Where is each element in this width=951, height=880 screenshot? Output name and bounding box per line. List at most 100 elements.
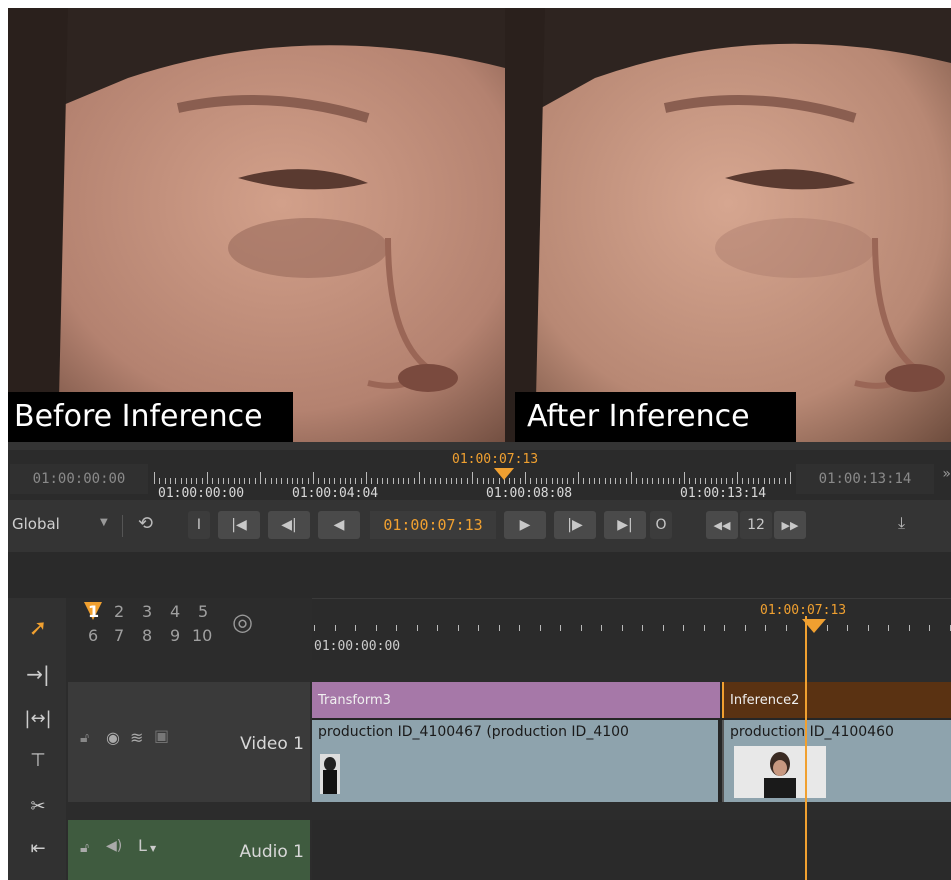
razor-tool-icon[interactable]: ✂ xyxy=(18,788,58,824)
lock-icon[interactable]: 🔓︎ xyxy=(80,730,89,746)
preset-2[interactable]: 2 xyxy=(114,602,124,621)
go-to-end-button[interactable]: ▶| xyxy=(604,511,646,539)
ruler-tick xyxy=(154,472,155,484)
preset-10[interactable]: 10 xyxy=(192,626,212,645)
timeline-tick xyxy=(642,625,643,631)
audio-track-name: Audio 1 xyxy=(239,842,304,862)
preset-6[interactable]: 6 xyxy=(88,626,98,645)
track-header-video[interactable]: 🔓︎ ◉ ≋ ▣ Video 1 xyxy=(68,682,310,802)
play-reverse-button[interactable]: ◀ xyxy=(318,511,360,539)
video-track-lane[interactable]: Transform3 Inference2 production ID_4100… xyxy=(312,682,951,802)
ruler-tick xyxy=(286,478,288,484)
preset-9[interactable]: 9 xyxy=(170,626,180,645)
ripple-tool-icon[interactable]: ⇤ xyxy=(18,830,58,866)
timeline-tick xyxy=(457,625,459,631)
mark-in-button[interactable]: I xyxy=(188,511,210,539)
preset-1[interactable]: 1 xyxy=(88,602,99,621)
timeline-tick xyxy=(580,625,582,631)
ruler-tick xyxy=(572,478,574,484)
fast-forward-button[interactable]: ▶▶ xyxy=(774,511,806,539)
ruler-tick xyxy=(604,478,606,484)
scrubber-bar[interactable]: 01:00:00:00 01:00:07:13 01:00:00:00 01:0… xyxy=(8,450,951,501)
clip-1[interactable]: production ID_4100467 (production ID_410… xyxy=(312,720,718,802)
rewind-button[interactable]: ◀◀ xyxy=(706,511,738,539)
ruler-tick xyxy=(699,478,701,484)
preset-3[interactable]: 3 xyxy=(142,602,152,621)
effect-inference[interactable]: Inference2 xyxy=(722,682,951,718)
ruler-tick xyxy=(291,478,293,484)
roll-tool-icon[interactable]: ⊤ xyxy=(18,742,58,778)
clip-2[interactable]: production ID_4100460 xyxy=(722,720,951,802)
step-forward-button[interactable]: |▶ xyxy=(554,511,596,539)
current-timecode[interactable]: 01:00:07:13 xyxy=(370,511,496,539)
ruler-tick xyxy=(403,478,405,484)
ruler-tick xyxy=(662,478,664,484)
go-to-start-button[interactable]: |◀ xyxy=(218,511,260,539)
in-timecode[interactable]: 01:00:00:00 xyxy=(10,464,148,494)
timeline-playhead-timecode: 01:00:07:13 xyxy=(760,603,847,618)
clip-2-thumbnail xyxy=(734,746,826,798)
play-button[interactable]: ▶ xyxy=(504,511,546,539)
track-select-icon[interactable]: →| xyxy=(18,656,58,692)
ruler-tick xyxy=(784,478,786,484)
rewind-icon: ◀◀ xyxy=(713,518,731,532)
ruler-tick xyxy=(185,478,187,484)
timeline-tick xyxy=(847,625,848,631)
timeline-tick xyxy=(355,625,356,631)
skip-end-icon: ▶| xyxy=(617,517,633,533)
ruler-tick xyxy=(678,478,680,484)
out-timecode[interactable]: 01:00:13:14 xyxy=(796,464,934,494)
audio-track-lane[interactable] xyxy=(312,820,951,880)
audio-lock-icon[interactable]: 🔓︎ xyxy=(80,840,89,856)
export-icon[interactable]: ⤓ xyxy=(898,513,905,533)
ruler-tick xyxy=(302,478,304,484)
clip-2-name: production ID_4100460 xyxy=(730,724,894,740)
ruler-tick xyxy=(397,478,399,484)
ruler-tick xyxy=(758,478,760,484)
slip-tool-icon[interactable]: |↔| xyxy=(18,700,58,736)
ruler-tick xyxy=(440,478,442,484)
preset-4[interactable]: 4 xyxy=(170,602,180,621)
ruler-tick xyxy=(169,478,171,484)
ruler-tick xyxy=(307,478,309,484)
snap-target-icon[interactable]: ◎ xyxy=(232,608,253,636)
timeline-tick xyxy=(826,625,828,631)
ruler-tick xyxy=(180,478,182,484)
solo-icon[interactable]: ▣ xyxy=(154,726,169,745)
channel-dropdown-icon[interactable]: ▼ xyxy=(150,844,156,853)
loop-icon[interactable]: ⟲ xyxy=(138,513,153,534)
step-back-button[interactable]: ◀| xyxy=(268,511,310,539)
select-tool-icon[interactable]: ➚ xyxy=(18,610,58,646)
timeline-tick xyxy=(334,625,336,631)
timeline-playhead-line[interactable] xyxy=(805,616,807,880)
timeline-ruler[interactable]: 01:00:00:00 01:00:07:13 xyxy=(312,598,951,660)
ruler-tick xyxy=(450,478,452,484)
ruler-tick xyxy=(408,478,410,484)
layers-icon[interactable]: ≋ xyxy=(130,728,143,747)
mode-select[interactable]: Global xyxy=(12,515,60,533)
speaker-icon[interactable]: ◀) xyxy=(106,838,122,854)
ruler-tick xyxy=(371,478,373,484)
preset-selector: 1 2 3 4 5 6 7 8 9 10 ◎ xyxy=(80,602,310,660)
preset-8[interactable]: 8 xyxy=(142,626,152,645)
viewer-pane[interactable]: Before Inference After Inference xyxy=(8,8,951,442)
track-header-audio[interactable]: 🔓︎ ◀) L ▼ Audio 1 xyxy=(68,820,310,880)
scrubber-playhead-marker[interactable] xyxy=(494,468,514,482)
step-size-field[interactable]: 12 xyxy=(740,511,772,539)
scrubber-ruler[interactable]: 01:00:07:13 01:00:00:00 01:00:04:04 01:0… xyxy=(154,450,791,501)
mode-dropdown-icon[interactable]: ▼ xyxy=(100,517,108,528)
ruler-tick xyxy=(355,478,357,484)
preset-7[interactable]: 7 xyxy=(114,626,124,645)
expand-chevron-icon[interactable]: » xyxy=(942,466,951,482)
before-label: Before Inference xyxy=(8,392,293,442)
timeline-tick xyxy=(416,625,418,631)
effect-transform[interactable]: Transform3 xyxy=(312,682,720,718)
preset-5[interactable]: 5 xyxy=(198,602,208,621)
mark-out-button[interactable]: O xyxy=(650,511,672,539)
ruler-tick xyxy=(281,478,283,484)
panel-separator xyxy=(8,552,951,598)
ruler-tick xyxy=(646,478,648,484)
eye-icon[interactable]: ◉ xyxy=(106,728,120,747)
ruler-tick xyxy=(244,478,246,484)
channel-select[interactable]: L xyxy=(138,836,147,855)
